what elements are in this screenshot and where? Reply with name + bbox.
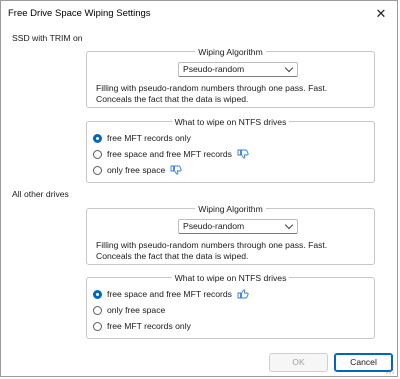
algorithm-description: Filling with pseudo-random numbers throu… — [96, 240, 366, 262]
description-line: Filling with pseudo-random numbers throu… — [96, 83, 328, 93]
radio-button[interactable] — [93, 289, 102, 299]
ntfs-options-group-other: What to wipe on NTFS drives free space a… — [86, 273, 375, 339]
algorithm-select-value: Pseudo-random — [183, 221, 245, 231]
algorithm-select-other[interactable]: Pseudo-random — [178, 219, 298, 234]
thumbs-up-icon — [237, 289, 249, 299]
group-title: Wiping Algorithm — [195, 204, 266, 214]
wiping-algorithm-group-ssd: Wiping Algorithm Pseudo-random Filling w… — [86, 47, 375, 108]
wiping-algorithm-group-other: Wiping Algorithm Pseudo-random Filling w… — [86, 204, 375, 265]
radio-label: free space and free MFT records — [107, 289, 232, 299]
thumbs-down-icon — [170, 165, 182, 175]
radio-button[interactable] — [93, 305, 102, 315]
group-title: What to wipe on NTFS drives — [171, 117, 290, 127]
thumbs-down-icon — [237, 149, 249, 159]
algorithm-select-value: Pseudo-random — [183, 64, 245, 74]
window-title: Free Drive Space Wiping Settings — [8, 8, 151, 19]
close-button[interactable]: ✕ — [365, 1, 397, 27]
section-label-ssd: SSD with TRIM on — [12, 33, 83, 43]
radio-label: free space and free MFT records — [107, 149, 232, 159]
description-line: Filling with pseudo-random numbers throu… — [96, 240, 328, 250]
radio-label: free MFT records only — [107, 133, 191, 143]
description-line: Conceals the fact that the data is wiped… — [96, 94, 249, 104]
group-title: What to wipe on NTFS drives — [171, 273, 290, 283]
radio-option[interactable]: only free space — [93, 164, 182, 176]
group-title: Wiping Algorithm — [195, 47, 266, 57]
settings-dialog: Free Drive Space Wiping Settings ✕ SSD w… — [0, 0, 398, 377]
cancel-button[interactable]: Cancel — [334, 353, 393, 372]
chevron-down-icon — [284, 220, 294, 230]
ntfs-options-group-ssd: What to wipe on NTFS drives free MFT rec… — [86, 117, 375, 183]
algorithm-select-ssd[interactable]: Pseudo-random — [178, 62, 298, 77]
title-bar: Free Drive Space Wiping Settings ✕ — [1, 1, 397, 27]
radio-option[interactable]: free space and free MFT records — [93, 288, 249, 300]
radio-button[interactable] — [93, 149, 102, 159]
radio-option[interactable]: only free space — [93, 304, 165, 316]
radio-label: only free space — [107, 165, 166, 175]
radio-button[interactable] — [93, 165, 102, 175]
radio-label: free MFT records only — [107, 321, 191, 331]
close-icon: ✕ — [375, 6, 387, 21]
radio-button[interactable] — [93, 133, 102, 143]
radio-option[interactable]: free MFT records only — [93, 132, 191, 144]
radio-option[interactable]: free MFT records only — [93, 320, 191, 332]
radio-label: only free space — [107, 305, 166, 315]
chevron-down-icon — [284, 63, 294, 73]
description-line: Conceals the fact that the data is wiped… — [96, 251, 249, 261]
section-label-other: All other drives — [12, 189, 69, 199]
ok-button[interactable]: OK — [269, 353, 328, 372]
radio-option[interactable]: free space and free MFT records — [93, 148, 249, 160]
radio-button[interactable] — [93, 321, 102, 331]
resize-grip-icon[interactable] — [386, 366, 394, 374]
algorithm-description: Filling with pseudo-random numbers throu… — [96, 83, 366, 105]
